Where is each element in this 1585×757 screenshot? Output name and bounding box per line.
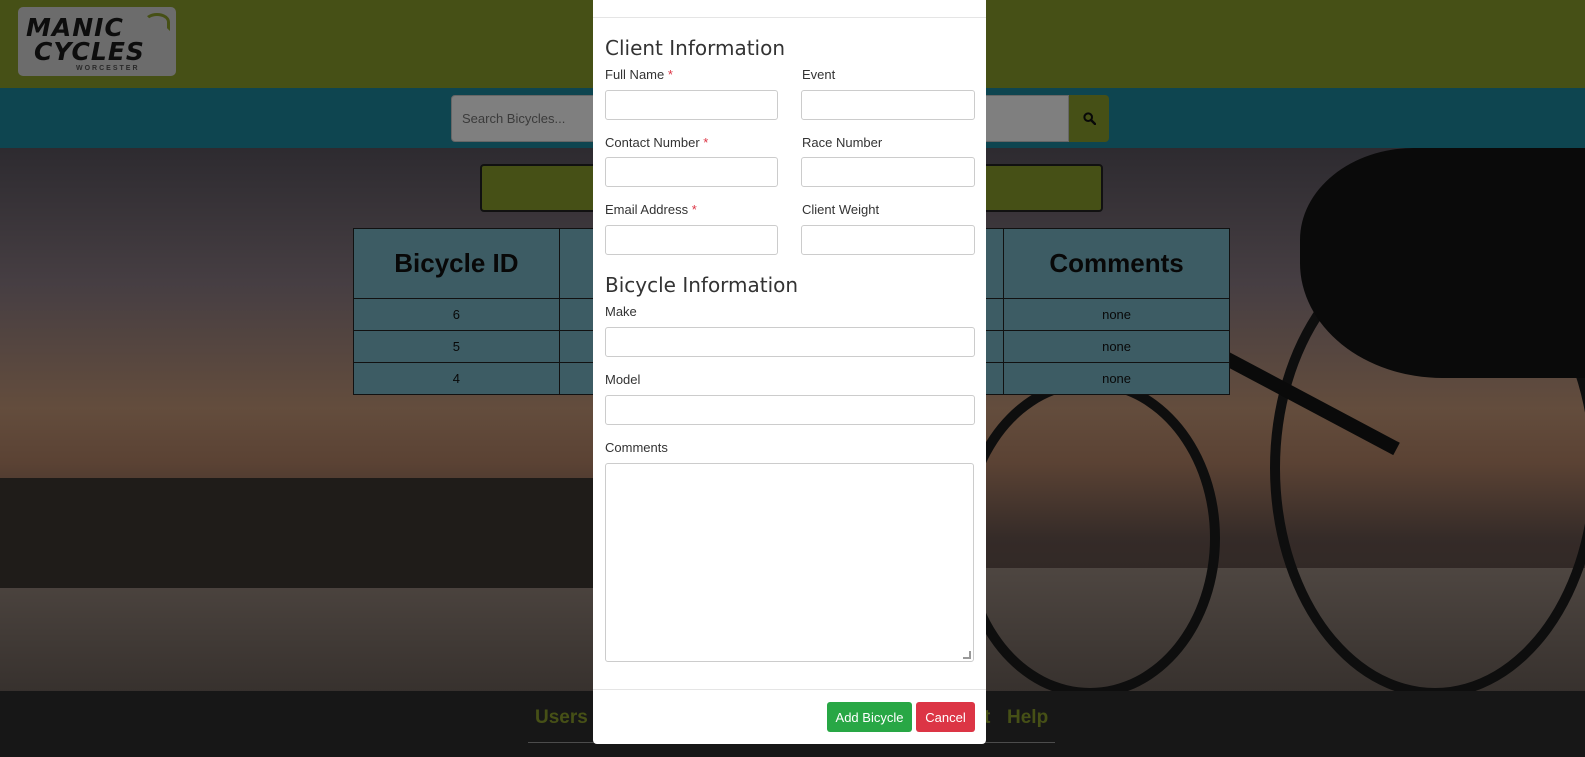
race-number-label: Race Number bbox=[802, 135, 883, 150]
comments-textarea[interactable] bbox=[605, 463, 974, 662]
client-weight-label: Client Weight bbox=[802, 202, 880, 217]
email-address-label-text: Email Address bbox=[605, 202, 689, 217]
full-name-label: Full Name * bbox=[605, 67, 673, 82]
make-field[interactable] bbox=[605, 327, 975, 357]
model-field[interactable] bbox=[605, 395, 975, 425]
make-label: Make bbox=[605, 304, 637, 319]
cancel-button[interactable]: Cancel bbox=[916, 702, 975, 732]
resize-handle-icon[interactable] bbox=[963, 651, 971, 659]
contact-number-label: Contact Number * bbox=[605, 135, 708, 150]
model-label: Model bbox=[605, 372, 641, 387]
event-field[interactable] bbox=[801, 90, 975, 120]
contact-number-field[interactable] bbox=[605, 157, 778, 187]
full-name-field[interactable] bbox=[605, 90, 778, 120]
modal-header-divider bbox=[593, 17, 986, 18]
required-marker: * bbox=[667, 67, 673, 82]
add-bicycle-button[interactable]: Add Bicycle bbox=[827, 702, 912, 732]
email-address-label: Email Address * bbox=[605, 202, 697, 217]
full-name-label-text: Full Name bbox=[605, 67, 665, 82]
client-weight-field[interactable] bbox=[801, 225, 975, 255]
contact-number-label-text: Contact Number bbox=[605, 135, 700, 150]
race-number-field[interactable] bbox=[801, 157, 975, 187]
bicycle-information-title: Bicycle Information bbox=[605, 273, 799, 297]
client-information-title: Client Information bbox=[605, 36, 786, 60]
modal-footer-divider bbox=[593, 689, 986, 690]
comments-label: Comments bbox=[605, 440, 668, 455]
add-bicycle-modal: Client Information Full Name * Event Con… bbox=[593, 0, 986, 744]
event-label: Event bbox=[802, 67, 836, 82]
email-address-field[interactable] bbox=[605, 225, 778, 255]
required-marker: * bbox=[703, 135, 709, 150]
required-marker: * bbox=[691, 202, 697, 217]
